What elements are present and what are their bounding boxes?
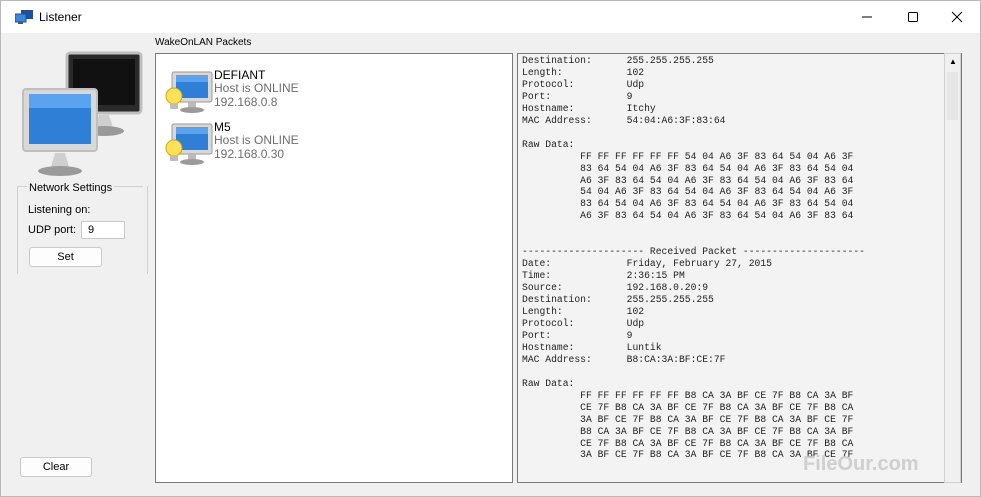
scroll-thumb[interactable] bbox=[947, 72, 958, 120]
packet-log[interactable]: Destination: 255.255.255.255 Length: 102 P… bbox=[517, 53, 962, 483]
log-line: B8 CA 3A BF CE 7F B8 CA 3A BF CE 7F B8 C… bbox=[522, 425, 854, 437]
log-line: FF FF FF FF FF FF 54 04 A6 3F 83 64 54 0… bbox=[522, 150, 854, 162]
log-line: MAC Address: 54:04:A6:3F:83:64 bbox=[522, 114, 726, 126]
log-line: --------------------- Received Packet --… bbox=[522, 246, 865, 258]
computer-bulb-icon bbox=[165, 71, 213, 113]
close-icon bbox=[951, 11, 963, 23]
log-line: Destination: 255.255.255.255 bbox=[522, 55, 714, 66]
maximize-button[interactable] bbox=[890, 1, 936, 33]
watermark: FileOur.com bbox=[803, 453, 919, 475]
group-border-right bbox=[147, 186, 148, 274]
host-item[interactable]: DEFIANT Host is ONLINE 192.168.0.8 bbox=[164, 68, 364, 116]
group-border-left bbox=[17, 186, 18, 274]
packet-log-text: Destination: 255.255.255.255 Length: 102 P… bbox=[522, 55, 946, 461]
host-ip: 192.168.0.8 bbox=[214, 95, 278, 109]
log-line: 83 64 54 04 A6 3F 83 64 54 04 A6 3F 83 6… bbox=[522, 162, 854, 174]
log-line: Port: 9 bbox=[522, 329, 633, 341]
log-line: Date: Friday, February 27, 2015 bbox=[522, 258, 772, 270]
packets-label: WakeOnLAN Packets bbox=[155, 37, 252, 48]
maximize-icon bbox=[908, 12, 918, 22]
minimize-icon bbox=[862, 16, 872, 18]
left-panel: Network Settings Listening on: UDP port:… bbox=[7, 35, 149, 487]
scroll-up-arrow-icon[interactable]: ▲ bbox=[947, 55, 959, 67]
networked-computers-icon bbox=[22, 51, 143, 176]
log-line: Time: 2:36:15 PM bbox=[522, 270, 685, 282]
log-line: 3A BF CE 7F B8 CA 3A BF CE 7F B8 CA 3A B… bbox=[522, 413, 854, 425]
set-button[interactable]: Set bbox=[29, 247, 102, 267]
log-line: 54 04 A6 3F 83 64 54 04 A6 3F 83 64 54 0… bbox=[522, 186, 854, 198]
listening-on-label: Listening on: bbox=[28, 204, 91, 216]
log-line: Length: 102 bbox=[522, 66, 645, 78]
log-line: Protocol: Udp bbox=[522, 78, 645, 90]
host-ip: 192.168.0.30 bbox=[214, 147, 285, 161]
minimize-button[interactable] bbox=[844, 1, 890, 33]
window-title: Listener bbox=[39, 10, 82, 24]
log-line: Hostname: Itchy bbox=[522, 102, 656, 114]
udp-port-label: UDP port: bbox=[28, 224, 77, 236]
log-line: Destination: 255.255.255.255 bbox=[522, 294, 714, 306]
log-line: CE 7F B8 CA 3A BF CE 7F B8 CA 3A BF CE 7… bbox=[522, 437, 854, 449]
log-line: Hostname: Luntik bbox=[522, 341, 662, 353]
udp-port-input[interactable] bbox=[81, 221, 125, 239]
close-button[interactable] bbox=[934, 1, 980, 33]
host-status: Host is ONLINE bbox=[214, 133, 299, 147]
host-status: Host is ONLINE bbox=[214, 81, 299, 95]
log-line: Protocol: Udp bbox=[522, 317, 645, 329]
title-bar[interactable]: Listener bbox=[1, 1, 980, 33]
log-line: A6 3F 83 64 54 04 A6 3F 83 64 54 04 A6 3… bbox=[522, 174, 854, 186]
log-line: FF FF FF FF FF FF B8 CA 3A BF CE 7F B8 C… bbox=[522, 389, 854, 401]
host-name: M5 bbox=[214, 120, 231, 134]
log-line: Raw Data: bbox=[522, 138, 575, 150]
log-line: Raw Data: bbox=[522, 377, 575, 389]
log-line: 83 64 54 04 A6 3F 83 64 54 04 A6 3F 83 6… bbox=[522, 198, 854, 210]
network-settings-title: Network Settings bbox=[27, 182, 115, 194]
log-line: A6 3F 83 64 54 04 A6 3F 83 64 54 04 A6 3… bbox=[522, 210, 854, 222]
hosts-list[interactable]: DEFIANT Host is ONLINE 192.168.0.8 M5 Ho… bbox=[155, 53, 513, 483]
computer-bulb-icon bbox=[165, 123, 213, 165]
log-line: MAC Address: B8:CA:3A:BF:CE:7F bbox=[522, 353, 726, 365]
log-scrollbar[interactable]: ▲ bbox=[944, 53, 961, 483]
listener-window: Listener Network Settings Listening on: … bbox=[0, 0, 981, 497]
log-line: Source: 192.168.0.20:9 bbox=[522, 282, 709, 294]
log-line: Port: 9 bbox=[522, 90, 633, 102]
clear-button[interactable]: Clear bbox=[20, 457, 92, 477]
log-line: Length: 102 bbox=[522, 306, 645, 318]
monitor-app-icon bbox=[15, 10, 33, 24]
log-line: CE 7F B8 CA 3A BF CE 7F B8 CA 3A BF CE 7… bbox=[522, 401, 854, 413]
host-item[interactable]: M5 Host is ONLINE 192.168.0.30 bbox=[164, 120, 364, 168]
host-name: DEFIANT bbox=[214, 68, 266, 82]
